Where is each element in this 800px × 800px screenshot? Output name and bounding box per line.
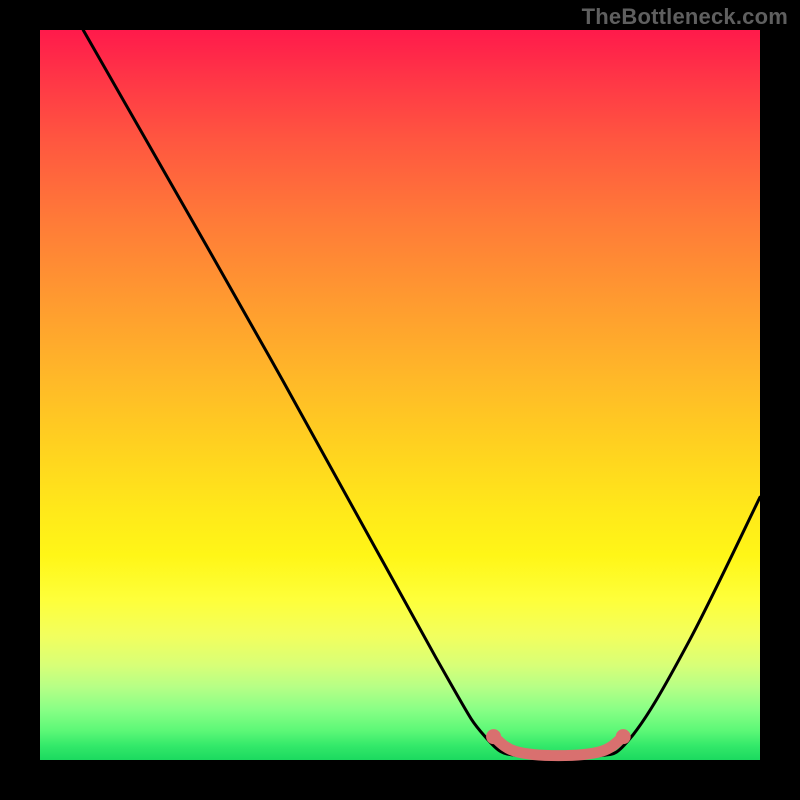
chart-svg xyxy=(40,30,760,760)
optimal-band xyxy=(494,737,624,756)
optimal-band-endpoint-left xyxy=(486,729,501,744)
plot-area xyxy=(40,30,760,760)
watermark-text: TheBottleneck.com xyxy=(582,4,788,30)
bottleneck-curve xyxy=(83,30,760,759)
optimal-band-endpoint-right xyxy=(616,729,631,744)
chart-frame: TheBottleneck.com xyxy=(0,0,800,800)
